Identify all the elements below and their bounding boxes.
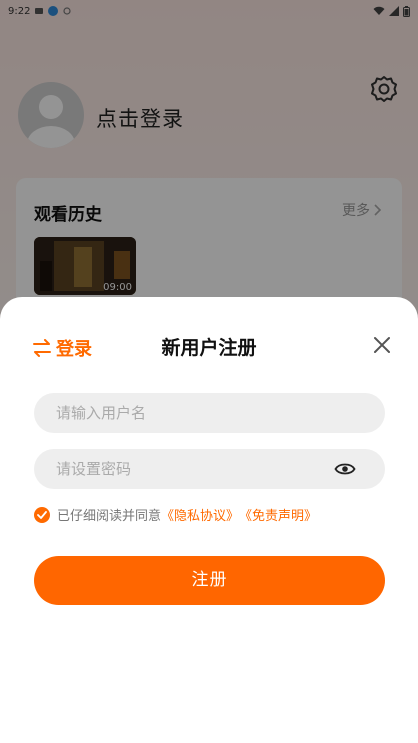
sheet-title: 新用户注册	[161, 337, 257, 359]
privacy-policy-link[interactable]: 《隐私协议》	[161, 505, 239, 524]
register-button[interactable]: 注册	[34, 556, 385, 605]
toggle-password-visibility-button[interactable]	[334, 461, 356, 477]
eye-icon	[334, 463, 356, 475]
agreement-text: 已仔细阅读并同意	[57, 509, 162, 524]
register-sheet: 登录 新用户注册 已仔细阅读并同意 《隐私协议》 《免责声明》 注册	[0, 297, 418, 743]
agreement-checkbox[interactable]	[34, 506, 50, 523]
agreement-row: 已仔细阅读并同意 《隐私协议》 《免责声明》	[34, 505, 317, 524]
check-icon	[37, 510, 47, 519]
close-icon	[374, 337, 390, 353]
close-button[interactable]	[372, 335, 392, 355]
disclaimer-link[interactable]: 《免责声明》	[239, 505, 317, 524]
username-input[interactable]	[34, 393, 385, 433]
password-input[interactable]	[34, 449, 385, 489]
